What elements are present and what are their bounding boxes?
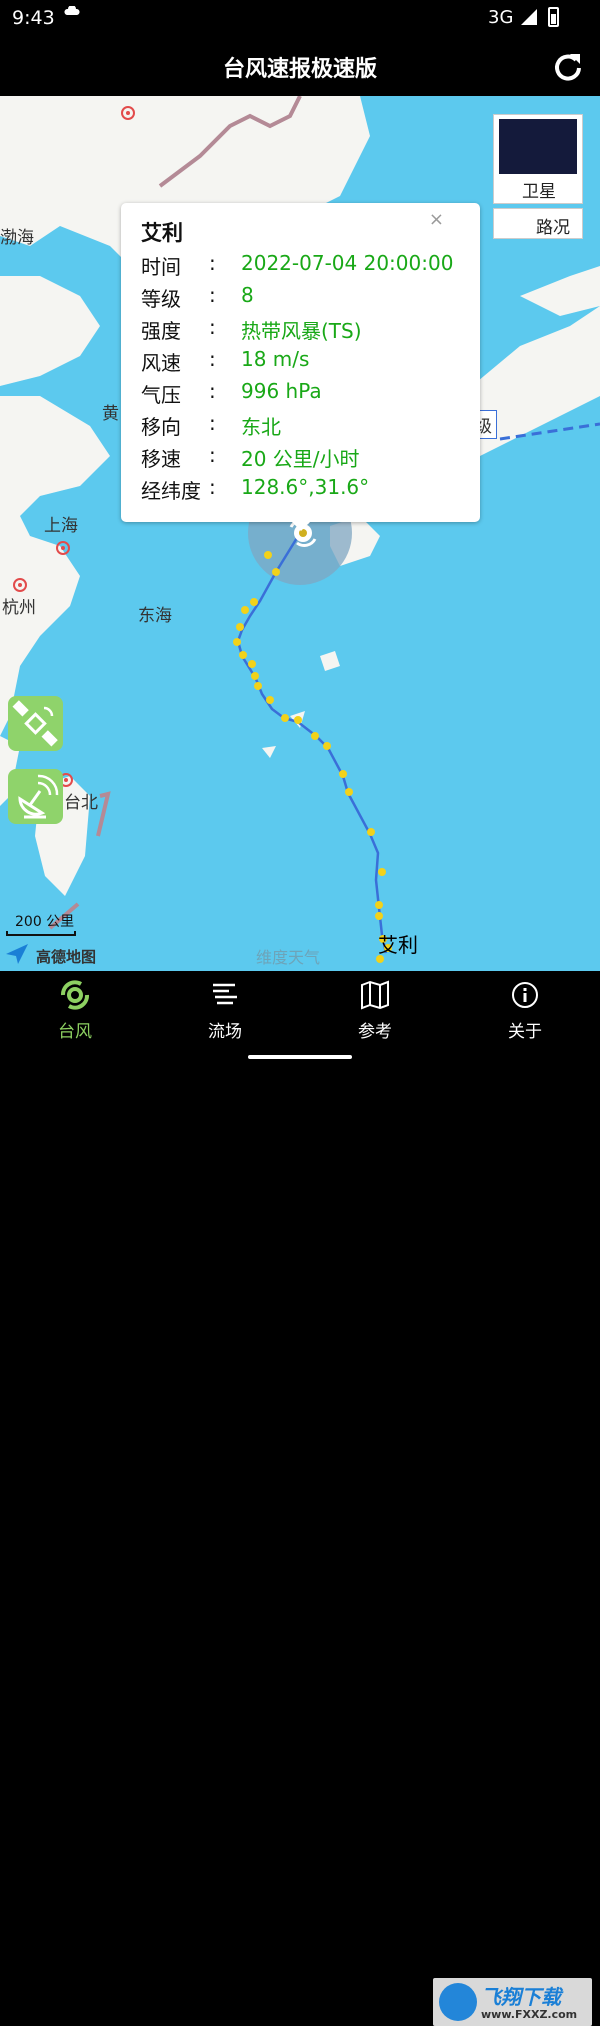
radar-button[interactable] — [8, 769, 63, 824]
typhoon-icon — [61, 980, 89, 1010]
info-value: 8 — [241, 283, 254, 307]
typhoon-track-label: 艾利 — [378, 933, 418, 957]
info-sep: : — [209, 251, 216, 275]
tab-about[interactable]: 关于 — [450, 971, 600, 1051]
site-watermark-logo: 飞翔下载 www.FXXZ.com — [433, 1978, 592, 2026]
typhoon-map[interactable]: 渤海 黄 上海 杭州 东海 台北 级 卫星 路况 × 艾利 时间:2022-07… — [0, 96, 600, 971]
satellite-cloud-button[interactable] — [8, 696, 63, 751]
satellite-icon — [12, 700, 58, 747]
info-value: 20 公里/小时 — [241, 447, 360, 471]
info-sep: : — [209, 379, 216, 403]
map-provider-logo: 高德地图 — [4, 942, 96, 968]
info-key: 气压 — [141, 383, 181, 407]
info-sep: : — [209, 283, 216, 307]
label-bohai: 渤海 — [0, 228, 34, 248]
tab-label: 关于 — [508, 1022, 542, 1042]
info-sep: : — [209, 315, 216, 339]
tab-typhoon[interactable]: 台风 — [0, 971, 150, 1051]
refresh-icon[interactable] — [552, 50, 584, 82]
map-scale: 200 公里 — [6, 911, 76, 937]
bottom-nav: 台风 流场 参考 关于 飞翔下载 www.FXXZ.com — [0, 971, 600, 2026]
scale-label: 200 公里 — [15, 914, 75, 930]
typhoon-info-popup: × 艾利 时间: 2022-07-04 20:00:00 等级: 8 强度: 热带风暴… — [121, 203, 480, 531]
scale-bar — [6, 931, 76, 936]
network-type: 3G — [488, 7, 514, 28]
site-logo-icon — [439, 1983, 477, 2021]
info-key: 移速 — [141, 447, 181, 471]
satellite-thumbnail — [499, 119, 577, 174]
info-value: 18 m/s — [241, 347, 310, 371]
popup-pointer — [292, 522, 310, 531]
wind-flow-icon — [213, 983, 237, 1005]
info-key: 时间 — [141, 255, 181, 279]
info-value: 128.6°,31.6° — [241, 475, 370, 499]
site-logo-url: www.FXXZ.com — [481, 2008, 578, 2021]
info-key: 经纬度 — [141, 479, 201, 503]
amap-logo-icon — [6, 944, 28, 964]
site-logo-title: 飞翔下载 — [481, 1985, 561, 2009]
label-taibei: 台北 — [64, 793, 98, 813]
battery-icon — [548, 7, 559, 27]
info-icon — [512, 982, 538, 1008]
traffic-label: 路况 — [536, 218, 570, 238]
home-indicator[interactable] — [248, 1055, 352, 1059]
signal-icon — [521, 9, 537, 25]
tab-label: 台风 — [58, 1022, 92, 1042]
label-donghai: 东海 — [138, 606, 172, 626]
info-key: 等级 — [141, 287, 181, 311]
tab-reference[interactable]: 参考 — [300, 971, 450, 1051]
tab-label: 流场 — [208, 1022, 242, 1042]
typhoon-name: 艾利 — [141, 221, 183, 245]
label-hangzhou: 杭州 — [2, 598, 36, 618]
tab-flow-field[interactable]: 流场 — [150, 971, 300, 1051]
traffic-layer-button[interactable]: 路况 — [493, 208, 583, 239]
map-provider-name: 高德地图 — [36, 948, 97, 966]
tab-label: 参考 — [358, 1022, 392, 1042]
info-sep: : — [209, 347, 216, 371]
app-title: 台风速报极速版 — [222, 57, 377, 82]
info-value: 热带风暴(TS) — [241, 319, 362, 343]
status-bar: 9:43 3G — [0, 0, 600, 36]
info-sep: : — [209, 443, 216, 467]
info-value: 东北 — [241, 415, 281, 439]
label-huanghai: 黄 — [102, 404, 119, 424]
info-value: 996 hPa — [241, 379, 322, 403]
cloud-icon — [64, 6, 80, 15]
info-value: 2022-07-04 20:00:00 — [241, 251, 454, 275]
satellite-label: 卫星 — [522, 182, 556, 202]
map-icon — [361, 980, 389, 1010]
title-bar: 台风速报极速版 — [0, 36, 600, 96]
close-icon[interactable]: × — [429, 209, 444, 230]
satellite-layer-button[interactable]: 卫星 — [493, 114, 583, 204]
info-sep: : — [209, 475, 216, 499]
weather-watermark: 维度天气 — [256, 948, 321, 967]
info-key: 移向 — [141, 415, 181, 439]
status-time: 9:43 — [12, 7, 55, 29]
label-shanghai: 上海 — [44, 516, 78, 536]
radar-dish-icon — [18, 774, 59, 819]
info-key: 强度 — [141, 319, 181, 343]
info-sep: : — [209, 411, 216, 435]
info-key: 风速 — [141, 351, 181, 375]
